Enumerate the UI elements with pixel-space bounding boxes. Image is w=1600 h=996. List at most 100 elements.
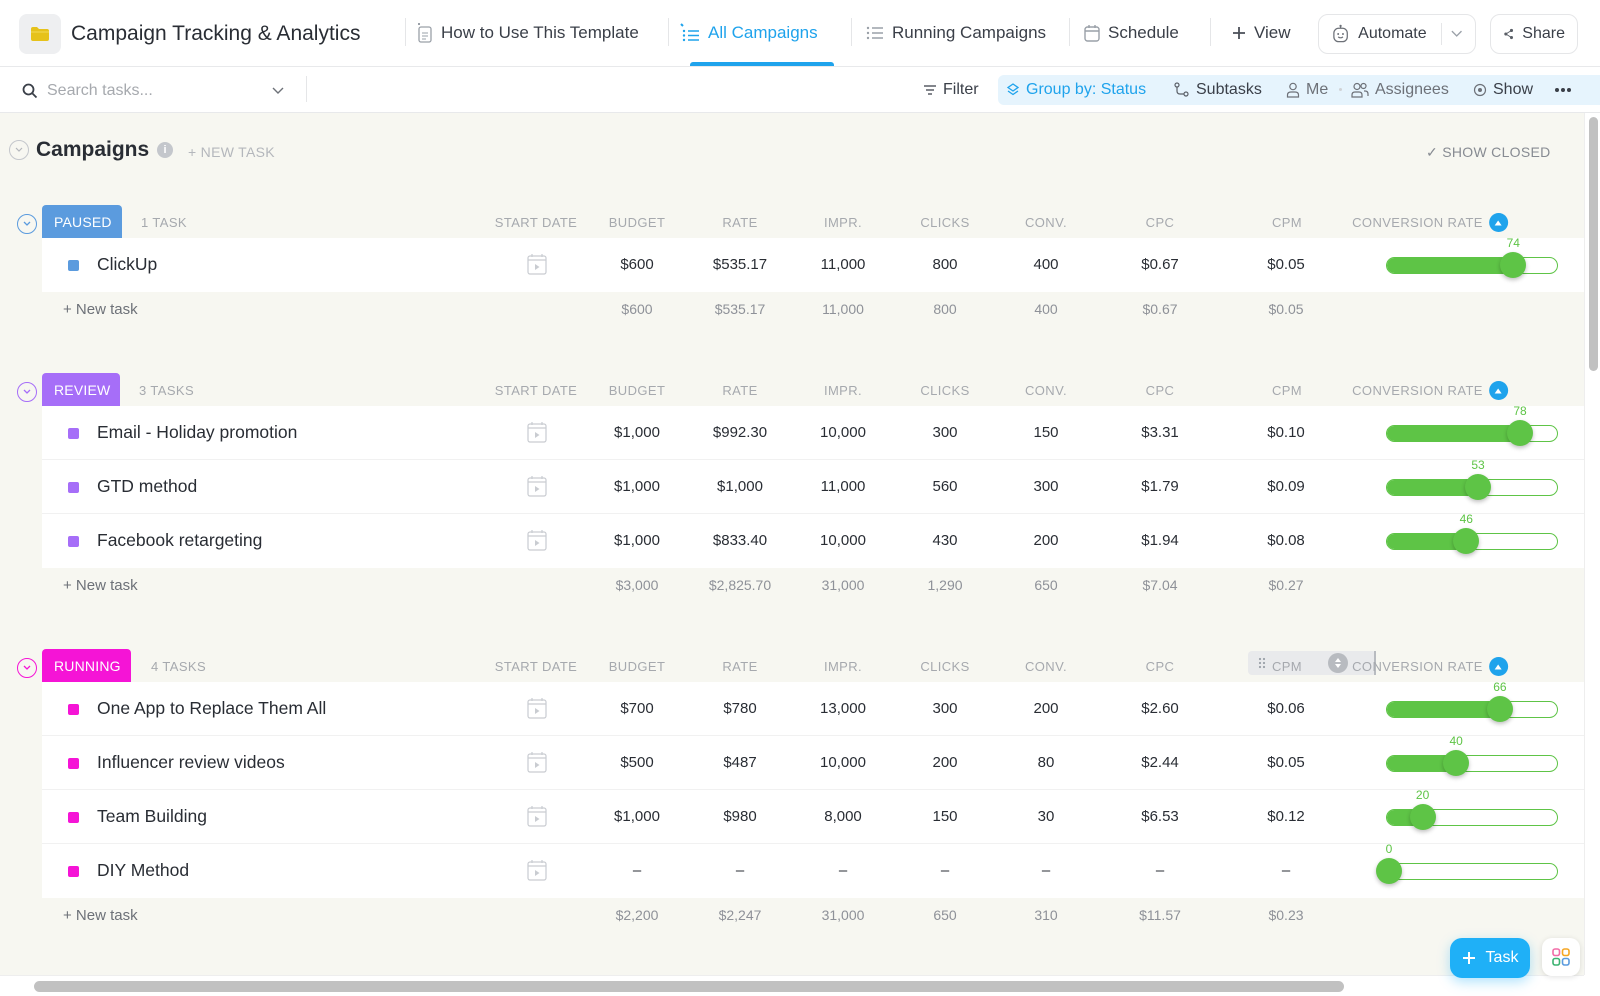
cell-impr[interactable]: 13,000 bbox=[820, 700, 866, 717]
status-square-icon[interactable] bbox=[68, 866, 79, 877]
cell-budget[interactable]: $700 bbox=[620, 700, 653, 717]
slider-knob[interactable] bbox=[1453, 528, 1480, 554]
task-row[interactable]: Team Building $1,000 $980 8,000 150 30 $6.53 $0… bbox=[42, 788, 1584, 844]
chevron-down-icon[interactable] bbox=[271, 86, 285, 96]
slider-knob[interactable] bbox=[1376, 858, 1402, 884]
tab-how-to-use[interactable]: How to Use This Template bbox=[417, 20, 639, 46]
cell-impr[interactable]: 8,000 bbox=[824, 808, 862, 825]
cell-clicks[interactable]: – bbox=[941, 862, 949, 879]
status-square-icon[interactable] bbox=[68, 482, 79, 493]
cell-rate[interactable]: $992.30 bbox=[713, 424, 767, 441]
cell-cpc[interactable]: $0.67 bbox=[1141, 256, 1179, 273]
column-header-clicks[interactable]: CLICKS bbox=[920, 659, 969, 674]
column-header-cpc[interactable]: CPC bbox=[1146, 383, 1175, 398]
sort-icon[interactable] bbox=[1328, 653, 1348, 673]
slider-knob[interactable] bbox=[1507, 420, 1534, 446]
task-row[interactable]: Facebook retargeting $1,000 $833.40 10,000 4… bbox=[42, 512, 1584, 568]
cell-budget[interactable]: $600 bbox=[620, 256, 653, 273]
slider-knob[interactable] bbox=[1409, 804, 1436, 830]
cell-cpm[interactable]: $0.06 bbox=[1267, 700, 1305, 717]
cell-rate[interactable]: $535.17 bbox=[713, 256, 767, 273]
sort-ascending-icon[interactable] bbox=[1488, 213, 1508, 233]
scroll-thumb[interactable] bbox=[1589, 117, 1598, 371]
conversion-rate-slider[interactable]: 40 bbox=[1386, 734, 1558, 776]
cell-cpc[interactable]: $3.31 bbox=[1141, 424, 1179, 441]
start-date-calendar-icon[interactable] bbox=[527, 475, 547, 502]
vertical-scrollbar[interactable] bbox=[1584, 113, 1600, 975]
conversion-rate-slider[interactable]: 20 bbox=[1386, 788, 1558, 830]
cell-cpm[interactable]: $0.05 bbox=[1267, 754, 1305, 771]
cell-impr[interactable]: 10,000 bbox=[820, 754, 866, 771]
new-task-button[interactable]: + New task bbox=[63, 301, 138, 318]
cell-cpc[interactable]: $1.79 bbox=[1141, 478, 1179, 495]
start-date-calendar-icon[interactable] bbox=[527, 529, 547, 556]
assignees-button[interactable]: Assignees bbox=[1343, 75, 1457, 105]
tab-schedule[interactable]: Schedule bbox=[1084, 20, 1179, 46]
task-name[interactable]: ClickUp bbox=[97, 254, 157, 275]
cell-clicks[interactable]: 150 bbox=[932, 808, 957, 825]
column-header-conversion-rate[interactable]: CONVERSION RATE bbox=[1352, 381, 1508, 401]
folder-icon[interactable] bbox=[19, 14, 61, 54]
collapse-group-toggle[interactable] bbox=[17, 658, 37, 678]
status-square-icon[interactable] bbox=[68, 428, 79, 439]
cell-clicks[interactable]: 430 bbox=[932, 532, 957, 549]
search-box[interactable] bbox=[22, 80, 292, 102]
cell-cpc[interactable]: $1.94 bbox=[1141, 532, 1179, 549]
subtasks-button[interactable]: Subtasks bbox=[1166, 75, 1270, 105]
conversion-rate-slider[interactable]: 53 bbox=[1386, 458, 1558, 500]
collapse-group-toggle[interactable] bbox=[17, 214, 37, 234]
status-square-icon[interactable] bbox=[68, 812, 79, 823]
cell-conv[interactable]: 400 bbox=[1033, 256, 1058, 273]
automate-button[interactable]: Automate bbox=[1318, 14, 1476, 54]
cell-rate[interactable]: $833.40 bbox=[713, 532, 767, 549]
new-task-button[interactable]: + New task bbox=[63, 907, 138, 924]
show-button[interactable]: Show bbox=[1465, 75, 1541, 105]
task-name[interactable]: Facebook retargeting bbox=[97, 530, 262, 551]
cell-cpc[interactable]: – bbox=[1156, 862, 1164, 879]
more-options-button[interactable] bbox=[1546, 75, 1580, 105]
cell-rate[interactable]: $980 bbox=[723, 808, 756, 825]
column-header-clicks[interactable]: CLICKS bbox=[920, 383, 969, 398]
cell-cpm[interactable]: $0.12 bbox=[1267, 808, 1305, 825]
status-square-icon[interactable] bbox=[68, 704, 79, 715]
chevron-down-icon[interactable] bbox=[1450, 29, 1463, 39]
task-name[interactable]: One App to Replace Them All bbox=[97, 698, 326, 719]
column-header-rate[interactable]: RATE bbox=[722, 659, 757, 674]
new-task-button[interactable]: + New task bbox=[63, 577, 138, 594]
task-name[interactable]: Team Building bbox=[97, 806, 207, 827]
add-view-button[interactable]: View bbox=[1232, 20, 1291, 46]
filter-button[interactable]: Filter bbox=[915, 75, 987, 105]
column-header-cpm[interactable]: CPM bbox=[1272, 383, 1302, 398]
column-header-conversion-rate[interactable]: CONVERSION RATE bbox=[1352, 657, 1508, 677]
conversion-rate-slider[interactable]: 46 bbox=[1386, 512, 1558, 554]
cell-cpm[interactable]: $0.09 bbox=[1267, 478, 1305, 495]
status-square-icon[interactable] bbox=[68, 260, 79, 271]
column-header-impr[interactable]: IMPR. bbox=[824, 215, 862, 230]
column-header-cpc[interactable]: CPC bbox=[1146, 215, 1175, 230]
cell-cpm[interactable]: $0.05 bbox=[1267, 256, 1305, 273]
cell-rate[interactable]: – bbox=[736, 862, 744, 879]
horizontal-scrollbar[interactable] bbox=[0, 975, 1584, 996]
start-date-calendar-icon[interactable] bbox=[527, 751, 547, 778]
task-name[interactable]: DIY Method bbox=[97, 860, 189, 881]
cell-cpm[interactable]: $0.08 bbox=[1267, 532, 1305, 549]
column-header-start-date[interactable]: START DATE bbox=[495, 383, 578, 398]
slider-knob[interactable] bbox=[1465, 474, 1492, 500]
column-header-conversion-rate[interactable]: CONVERSION RATE bbox=[1352, 213, 1508, 233]
apps-button[interactable] bbox=[1542, 938, 1580, 976]
cell-impr[interactable]: 11,000 bbox=[821, 478, 866, 495]
tab-all-campaigns[interactable]: All Campaigns bbox=[680, 20, 818, 46]
cell-clicks[interactable]: 800 bbox=[932, 256, 957, 273]
conversion-rate-slider[interactable]: 0 bbox=[1376, 842, 1558, 884]
conversion-rate-slider[interactable]: 78 bbox=[1386, 404, 1558, 446]
task-row[interactable]: DIY Method – – – – – – – 0 bbox=[42, 842, 1584, 898]
conversion-rate-slider[interactable]: 74 bbox=[1386, 236, 1558, 278]
cell-conv[interactable]: 30 bbox=[1038, 808, 1055, 825]
me-filter-button[interactable]: Me bbox=[1278, 75, 1336, 105]
slider-knob[interactable] bbox=[1443, 750, 1470, 776]
sort-ascending-icon[interactable] bbox=[1488, 381, 1508, 401]
column-header-cpm[interactable]: CPM bbox=[1272, 215, 1302, 230]
cell-conv[interactable]: 80 bbox=[1038, 754, 1055, 771]
column-header-cpc[interactable]: CPC bbox=[1146, 659, 1175, 674]
cell-rate[interactable]: $1,000 bbox=[717, 478, 763, 495]
